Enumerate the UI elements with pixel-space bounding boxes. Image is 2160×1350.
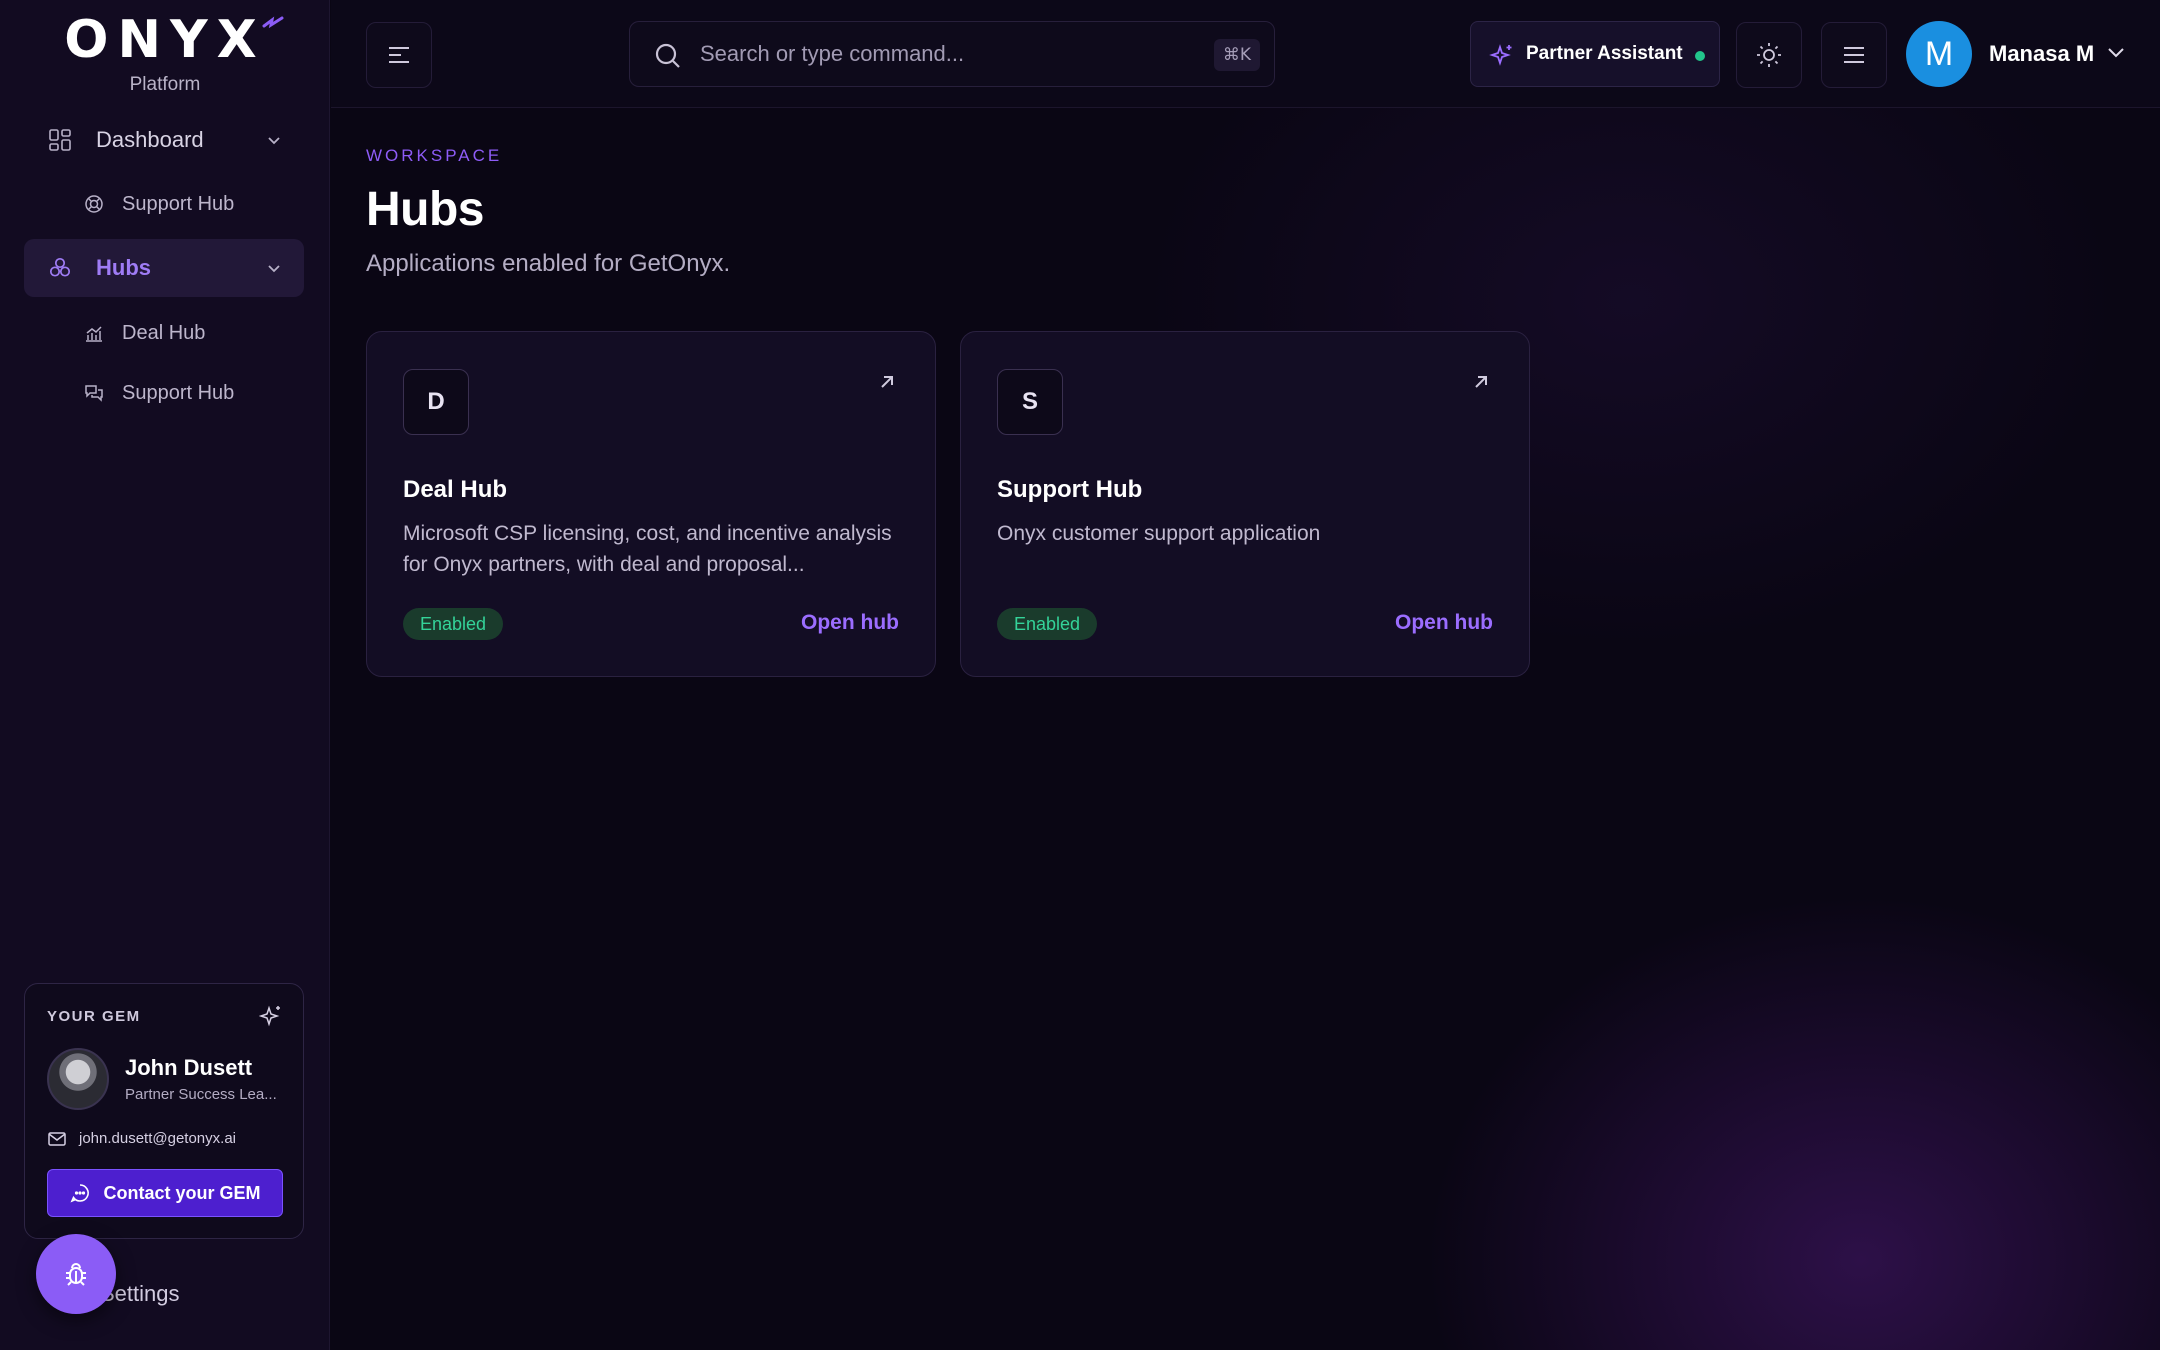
toggle-sidebar-button[interactable] (366, 22, 432, 88)
sub-item-label: Deal Hub (122, 321, 206, 344)
search-bar[interactable]: ⌘K (629, 21, 1275, 87)
search-input[interactable] (700, 22, 1180, 86)
gem-card: YOUR GEM John Dusett Partner Success Lea… (24, 983, 304, 1239)
hub-description: Microsoft CSP licensing, cost, and incen… (403, 522, 892, 576)
external-link-icon[interactable] (877, 372, 897, 392)
sidebar-item-support-hub[interactable]: Support Hub (84, 373, 304, 413)
gem-avatar (47, 1048, 109, 1110)
sidebar-item-hubs[interactable]: Hubs (24, 239, 304, 297)
mail-icon (48, 1132, 66, 1146)
sidebar-item-dashboard[interactable]: Dashboard (24, 111, 304, 169)
sidebar-item-label: Dashboard (96, 127, 204, 152)
hub-title: Deal Hub (403, 476, 508, 503)
bug-report-button[interactable] (36, 1234, 116, 1314)
sparkles-icon (1489, 44, 1512, 66)
grid-icon (49, 129, 71, 151)
menu-align-icon (389, 47, 409, 63)
open-hub-link[interactable]: Open hub (1395, 611, 1493, 635)
chevron-down-icon[interactable] (2106, 45, 2126, 61)
message-icon (70, 1184, 90, 1203)
user-avatar[interactable]: M (1906, 21, 1972, 87)
hub-description: Onyx customer support application (997, 522, 1321, 545)
status-badge: Enabled (997, 608, 1098, 640)
brand-subtitle: Platform (129, 74, 201, 95)
gem-header: YOUR GEM (47, 1008, 141, 1025)
main-content: ⌘K Partner Assistant M Manasa M WORKSPA (331, 0, 2160, 1350)
gem-name: John Dusett (125, 1055, 253, 1080)
theme-toggle-button[interactable] (1736, 22, 1802, 88)
sidebar-item-label: Hubs (96, 255, 151, 280)
sub-item-label: Support Hub (122, 192, 235, 215)
hamburger-icon (1844, 47, 1864, 63)
gem-role: Partner Success Lea... (125, 1086, 277, 1103)
section-eyebrow: WORKSPACE (366, 146, 503, 165)
open-hub-link[interactable]: Open hub (801, 611, 899, 635)
hub-card-support-hub[interactable]: S Support Hub Onyx customer support appl… (960, 331, 1530, 677)
menu-button[interactable] (1821, 22, 1887, 88)
lifebuoy-icon (85, 195, 103, 213)
sidebar: ONYX Platform Dashboard Support Hub Hubs (0, 0, 330, 1350)
sidebar-item-support-hub-dashboard[interactable]: Support Hub (84, 184, 304, 224)
online-status-dot (1695, 51, 1705, 61)
partner-assistant-label: Partner Assistant (1526, 43, 1683, 64)
logo-accent-icon (262, 16, 284, 29)
search-icon (655, 43, 680, 68)
sun-icon (1757, 43, 1781, 67)
bug-icon (66, 1263, 86, 1286)
chat-icon (85, 385, 103, 402)
contact-gem-button[interactable]: Contact your GEM (47, 1169, 283, 1217)
external-link-icon[interactable] (1471, 372, 1491, 392)
page-subtitle: Applications enabled for GetOnyx. (366, 250, 731, 277)
status-badge: Enabled (403, 608, 504, 640)
hub-title: Support Hub (997, 476, 1143, 503)
hub-letter-badge: S (997, 369, 1063, 435)
partner-assistant-button[interactable]: Partner Assistant (1470, 21, 1720, 87)
sidebar-item-deal-hub[interactable]: Deal Hub (84, 313, 304, 353)
hub-card-deal-hub[interactable]: D Deal Hub Microsoft CSP licensing, cost… (366, 331, 936, 677)
chevron-down-icon (268, 137, 280, 145)
hub-letter-badge: D (403, 369, 469, 435)
top-bar: ⌘K Partner Assistant M Manasa M (331, 0, 2160, 108)
gem-email[interactable]: john.dusett@getonyx.ai (79, 1130, 236, 1147)
page-title: Hubs (366, 183, 485, 236)
sub-item-label: Support Hub (122, 381, 235, 404)
hubs-icon (49, 257, 71, 277)
chevron-down-icon (268, 265, 280, 273)
sparkle-icon[interactable] (259, 1004, 283, 1028)
user-name[interactable]: Manasa M (1989, 41, 2094, 67)
contact-gem-label: Contact your GEM (103, 1182, 261, 1203)
brand-name: ONYX (64, 10, 266, 70)
logo[interactable]: ONYX Platform (0, 14, 330, 96)
chart-icon (86, 326, 102, 342)
shortcut-badge: ⌘K (1213, 39, 1260, 71)
